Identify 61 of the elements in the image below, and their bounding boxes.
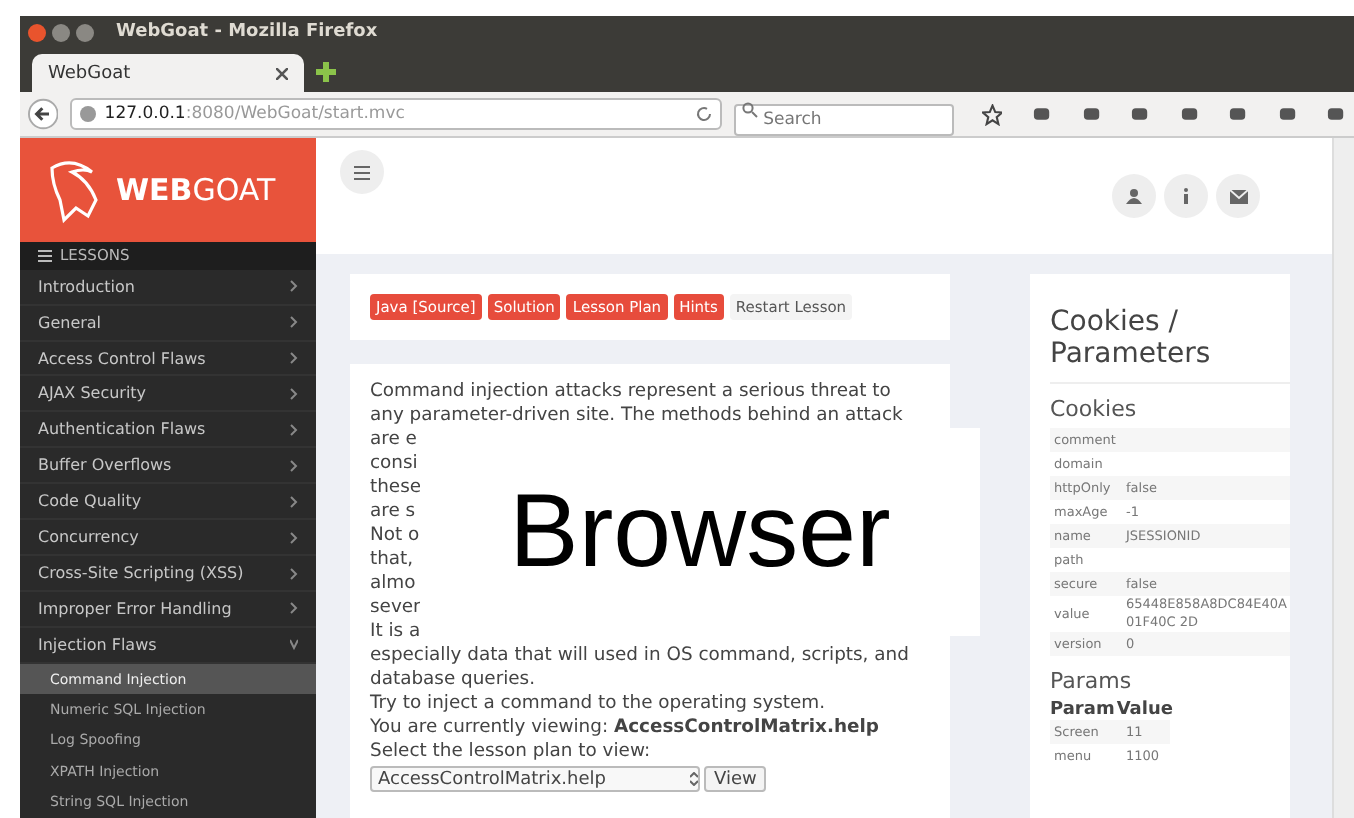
- lesson-text: these: [370, 476, 424, 500]
- chevron-icon: [290, 459, 298, 472]
- search-field[interactable]: Search: [733, 103, 954, 135]
- close-icon[interactable]: [28, 23, 46, 41]
- plus-icon[interactable]: [316, 62, 336, 82]
- lesson-text: are e: [370, 428, 419, 452]
- chevron-icon: [290, 280, 298, 293]
- goat-icon: [44, 155, 104, 224]
- back-icon[interactable]: [28, 98, 59, 130]
- brand-name: WEBGOAT: [116, 171, 276, 208]
- updown-caret-icon: [690, 772, 698, 786]
- url-text: 127.0.0.1:8080/WebGoat/start.mvc: [104, 104, 407, 124]
- lesson-text: Select the lesson plan to view:: [370, 740, 653, 764]
- section-heading: Params: [1050, 668, 1134, 694]
- reload-icon[interactable]: [695, 106, 712, 122]
- chevron-icon: [290, 423, 298, 436]
- lesson-text: are s: [370, 500, 418, 524]
- lesson-text: that,: [370, 548, 416, 572]
- chevron-icon: [290, 567, 298, 580]
- lesson-text: database queries.: [370, 668, 538, 692]
- chevron-icon: [290, 495, 298, 508]
- minimize-icon[interactable]: [52, 23, 70, 41]
- browser-tab[interactable]: WebGoat: [32, 54, 304, 92]
- envelope-icon: [1229, 189, 1247, 203]
- user-button[interactable]: [1112, 174, 1156, 218]
- lesson-plan-select[interactable]: AccessControlMatrix.help: [370, 766, 700, 792]
- column-header: Param: [1050, 700, 1115, 720]
- maximize-icon[interactable]: [76, 23, 94, 41]
- lesson-text: You are currently viewing: AccessControlMatrix.help: [370, 716, 881, 740]
- lesson-text: sever: [370, 596, 423, 620]
- star-icon[interactable]: [981, 103, 1003, 125]
- chevron-icon: [290, 531, 298, 544]
- view-button[interactable]: View: [704, 766, 767, 792]
- chevron-icon: [290, 352, 298, 364]
- lesson-text: Try to inject a command to the operating system.: [370, 692, 828, 716]
- close-icon[interactable]: [276, 67, 288, 79]
- chevron-icon: [290, 316, 298, 329]
- webgoat-logo[interactable]: WEBGOAT: [20, 138, 316, 242]
- info-icon: [1182, 188, 1190, 204]
- address-bar[interactable]: 127.0.0.1:8080/WebGoat/start.mvc: [70, 98, 722, 130]
- column-header: Value: [1116, 700, 1173, 720]
- chevron-icon: [290, 602, 298, 615]
- menu-button[interactable]: [340, 150, 384, 194]
- section-heading: Cookies: [1050, 396, 1139, 422]
- globe-icon: [80, 106, 97, 122]
- lesson-text: especially data that will used in OS command, scripts, and: [370, 644, 911, 668]
- lesson-text: almo: [370, 572, 418, 596]
- panel-title: Cookies / Parameters: [1050, 306, 1290, 384]
- lesson-text: consi: [370, 452, 420, 476]
- lesson-text: Not o: [370, 524, 422, 548]
- lesson-text: any parameter-driven site. The methods behind an attack: [370, 404, 905, 428]
- chevron-icon: [290, 387, 298, 400]
- scrollbar[interactable]: [1332, 138, 1354, 818]
- info-button[interactable]: [1164, 174, 1208, 218]
- window-title: WebGoat - Mozilla Firefox: [116, 22, 378, 42]
- lesson-text: Command injection attacks represent a serious threat to: [370, 380, 893, 404]
- lesson-text: It is a: [370, 620, 423, 644]
- mail-button[interactable]: [1216, 174, 1260, 218]
- user-icon: [1126, 188, 1142, 204]
- chevron-icon: [290, 638, 298, 651]
- overlay-label: Browser: [420, 428, 980, 636]
